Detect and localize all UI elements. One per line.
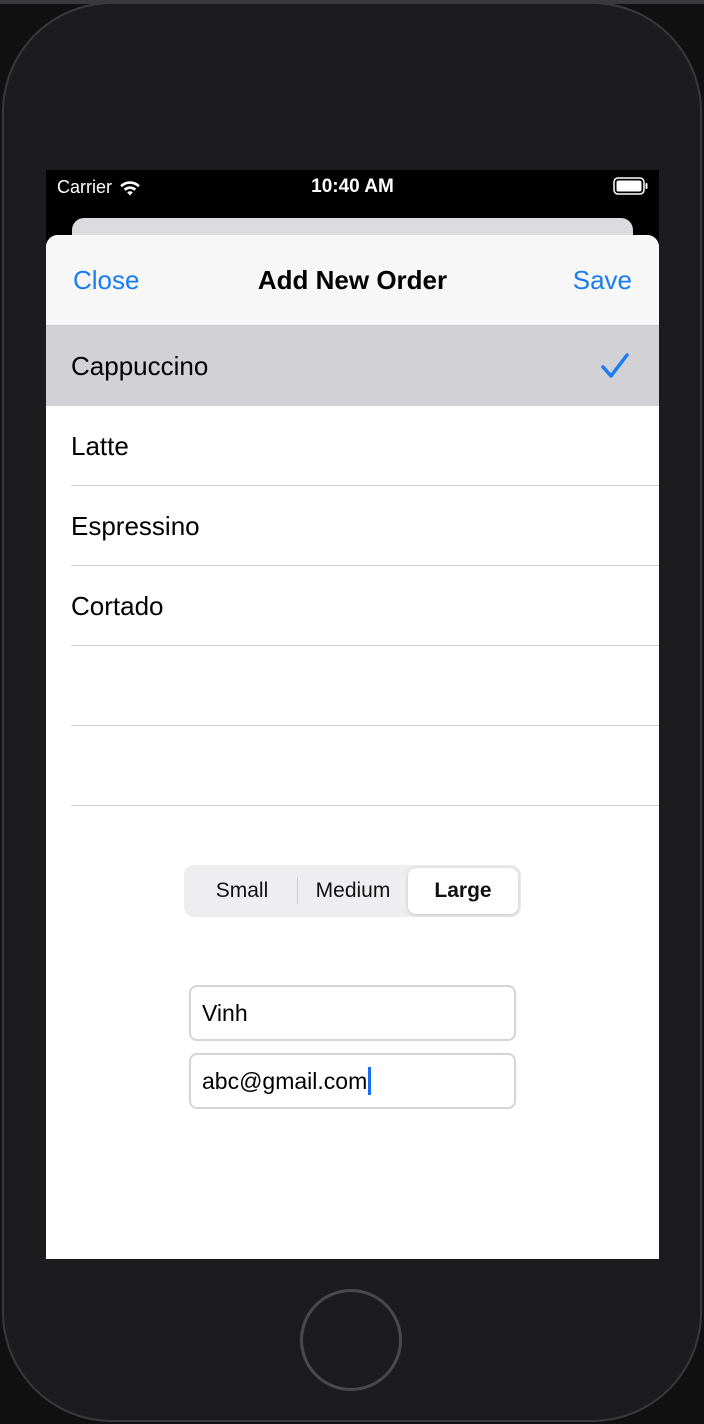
status-bar: Carrier 10:40 AM bbox=[46, 170, 659, 204]
size-option-small[interactable]: Small bbox=[187, 868, 297, 914]
list-item-label: Latte bbox=[71, 430, 129, 461]
list-item-cortado[interactable]: Cortado bbox=[46, 566, 659, 646]
email-field[interactable]: abc@gmail.com bbox=[189, 1053, 516, 1109]
coffee-list: Cappuccino Latte Espressino Cortado bbox=[46, 326, 659, 806]
list-item-cappuccino[interactable]: Cappuccino bbox=[46, 326, 659, 406]
list-item-espressino[interactable]: Espressino bbox=[46, 486, 659, 566]
checkmark-icon bbox=[601, 353, 629, 378]
save-button[interactable]: Save bbox=[573, 265, 632, 296]
phone-screen: Carrier 10:40 AM Close Add New Order Sav… bbox=[46, 170, 659, 1259]
email-field-value: abc@gmail.com bbox=[202, 1067, 368, 1094]
list-item-latte[interactable]: Latte bbox=[46, 406, 659, 486]
row-divider bbox=[71, 805, 659, 806]
list-item-label: Cortado bbox=[71, 590, 164, 621]
size-segmented-control: Small Medium Large bbox=[184, 865, 521, 917]
list-item-label: Cappuccino bbox=[71, 350, 209, 381]
size-option-large[interactable]: Large bbox=[408, 868, 518, 914]
size-option-medium[interactable]: Medium bbox=[298, 868, 408, 914]
list-item-empty bbox=[46, 646, 659, 726]
add-order-sheet: Close Add New Order Save Cappuccino Latt… bbox=[46, 235, 659, 1259]
status-time: 10:40 AM bbox=[311, 176, 394, 197]
text-cursor bbox=[368, 1067, 372, 1095]
home-button[interactable] bbox=[300, 1289, 402, 1391]
list-item-empty bbox=[46, 726, 659, 806]
name-field[interactable]: Vinh bbox=[189, 985, 516, 1041]
navigation-bar: Close Add New Order Save bbox=[46, 235, 659, 326]
page-title: Add New Order bbox=[257, 265, 448, 295]
name-field-value: Vinh bbox=[202, 999, 248, 1026]
list-item-label: Espressino bbox=[71, 510, 200, 541]
battery-icon bbox=[613, 177, 648, 195]
